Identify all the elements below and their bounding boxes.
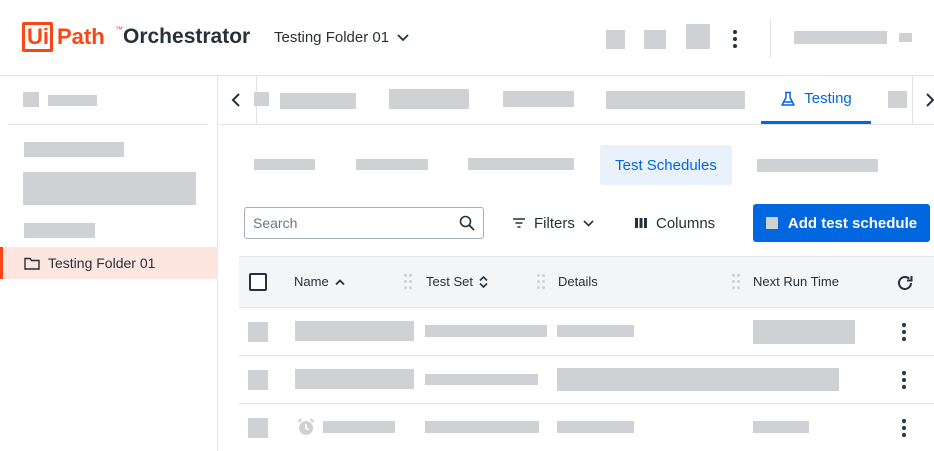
- header-action-placeholder-1[interactable]: [606, 30, 625, 49]
- tab-placeholder-1[interactable]: [280, 93, 356, 109]
- column-header-details[interactable]: Details: [558, 274, 598, 289]
- row-name-placeholder[interactable]: [323, 421, 395, 433]
- tab-placeholder-4[interactable]: [606, 91, 745, 109]
- row-test-set-placeholder: [425, 421, 539, 433]
- tab-placeholder-2[interactable]: [389, 89, 469, 109]
- row-test-set-placeholder: [425, 374, 538, 385]
- flask-icon: [781, 91, 795, 106]
- sidebar-header-icon-placeholder: [23, 92, 39, 107]
- row-test-set-placeholder: [425, 325, 547, 337]
- user-name-placeholder[interactable]: [794, 31, 887, 44]
- row-details-placeholder: [557, 421, 634, 433]
- alarm-icon: [297, 418, 315, 435]
- logo-trademark: ™: [115, 25, 123, 34]
- sidebar-item-placeholder-2[interactable]: [24, 223, 95, 238]
- column-resize-handle[interactable]: [732, 274, 740, 290]
- refresh-icon[interactable]: [896, 274, 914, 292]
- columns-label: Columns: [656, 214, 716, 232]
- row-checkbox[interactable]: [248, 322, 268, 342]
- filter-icon: [513, 218, 525, 228]
- search-icon[interactable]: [459, 215, 475, 231]
- header-action-placeholder-3[interactable]: [686, 24, 710, 49]
- header-action-placeholder-2[interactable]: [644, 30, 666, 49]
- row-checkbox[interactable]: [248, 370, 268, 390]
- sidebar-item-label: Testing Folder 01: [48, 255, 156, 271]
- sidebar-header-label-placeholder: [48, 95, 97, 106]
- more-vert-icon[interactable]: [901, 419, 907, 437]
- logo-product-name: Orchestrator: [123, 25, 251, 48]
- sidebar-item-placeholder-1[interactable]: [24, 142, 124, 157]
- sidebar-divider: [8, 124, 208, 125]
- user-menu-placeholder[interactable]: [899, 33, 912, 42]
- column-header-name[interactable]: Name: [294, 274, 345, 289]
- chevron-down-icon: [397, 33, 409, 41]
- search-input[interactable]: [253, 215, 459, 231]
- top-header: Ui Path ™ Orchestrator Testing Folder 01: [0, 0, 934, 76]
- row-divider: [239, 355, 934, 356]
- subtab-placeholder-4[interactable]: [757, 159, 878, 172]
- add-test-schedule-button[interactable]: Add test schedule: [753, 204, 930, 242]
- row-checkbox[interactable]: [248, 418, 268, 438]
- add-test-schedule-label: Add test schedule: [787, 214, 918, 232]
- more-vert-icon[interactable]: [901, 323, 907, 341]
- column-header-details-label: Details: [558, 274, 598, 289]
- more-vert-icon[interactable]: [901, 371, 907, 389]
- chevron-right-icon[interactable]: [924, 92, 934, 108]
- sidebar-item-testing-folder[interactable]: Testing Folder 01: [0, 247, 218, 279]
- row-name-placeholder[interactable]: [295, 321, 414, 341]
- sort-updown-icon[interactable]: [479, 275, 488, 288]
- row-next-run-placeholder: [753, 320, 855, 344]
- filters-label: Filters: [534, 214, 575, 232]
- column-header-test-set-label: Test Set: [426, 274, 473, 289]
- column-header-next-run-time-label: Next Run Time: [753, 274, 839, 289]
- tab-placeholder-icon[interactable]: [254, 92, 269, 106]
- row-name-placeholder[interactable]: [295, 369, 414, 389]
- subtab-placeholder-2[interactable]: [356, 159, 428, 170]
- row-next-run-placeholder: [753, 421, 809, 433]
- subtab-placeholder-3[interactable]: [468, 158, 574, 170]
- row-details-placeholder: [557, 325, 634, 337]
- sort-up-icon[interactable]: [335, 278, 345, 286]
- subtab-placeholder-1[interactable]: [254, 159, 315, 170]
- column-header-name-label: Name: [294, 274, 329, 289]
- folder-icon: [24, 257, 40, 270]
- row-details-placeholder: [557, 368, 839, 391]
- folder-selector[interactable]: Testing Folder 01: [274, 29, 409, 46]
- tabs-right-divider: [912, 76, 913, 124]
- header-divider: [770, 18, 771, 58]
- add-icon-placeholder: [765, 217, 778, 229]
- column-resize-handle[interactable]: [537, 274, 545, 290]
- column-resize-handle[interactable]: [404, 274, 412, 290]
- column-header-next-run-time[interactable]: Next Run Time: [753, 274, 839, 289]
- chevron-left-icon[interactable]: [230, 92, 242, 108]
- logo-path-text: Path: [57, 24, 105, 49]
- more-vert-icon[interactable]: [732, 30, 738, 48]
- tab-placeholder-5[interactable]: [888, 91, 907, 108]
- tab-testing-label: Testing: [804, 90, 852, 107]
- search-field[interactable]: [244, 207, 484, 239]
- columns-icon: [635, 218, 647, 228]
- logo-ui-text: Ui: [27, 24, 49, 49]
- columns-button[interactable]: Columns: [634, 207, 715, 239]
- chevron-down-icon: [583, 219, 594, 227]
- column-header-test-set[interactable]: Test Set: [426, 274, 488, 289]
- subtab-test-schedules[interactable]: Test Schedules: [600, 145, 732, 185]
- row-divider: [239, 403, 934, 404]
- tab-testing[interactable]: Testing: [761, 76, 871, 124]
- folder-selector-label: Testing Folder 01: [274, 29, 390, 46]
- sidebar-search-placeholder[interactable]: [23, 172, 196, 205]
- select-all-checkbox[interactable]: [249, 273, 267, 291]
- tab-placeholder-3[interactable]: [503, 91, 574, 107]
- filters-button[interactable]: Filters: [512, 207, 594, 239]
